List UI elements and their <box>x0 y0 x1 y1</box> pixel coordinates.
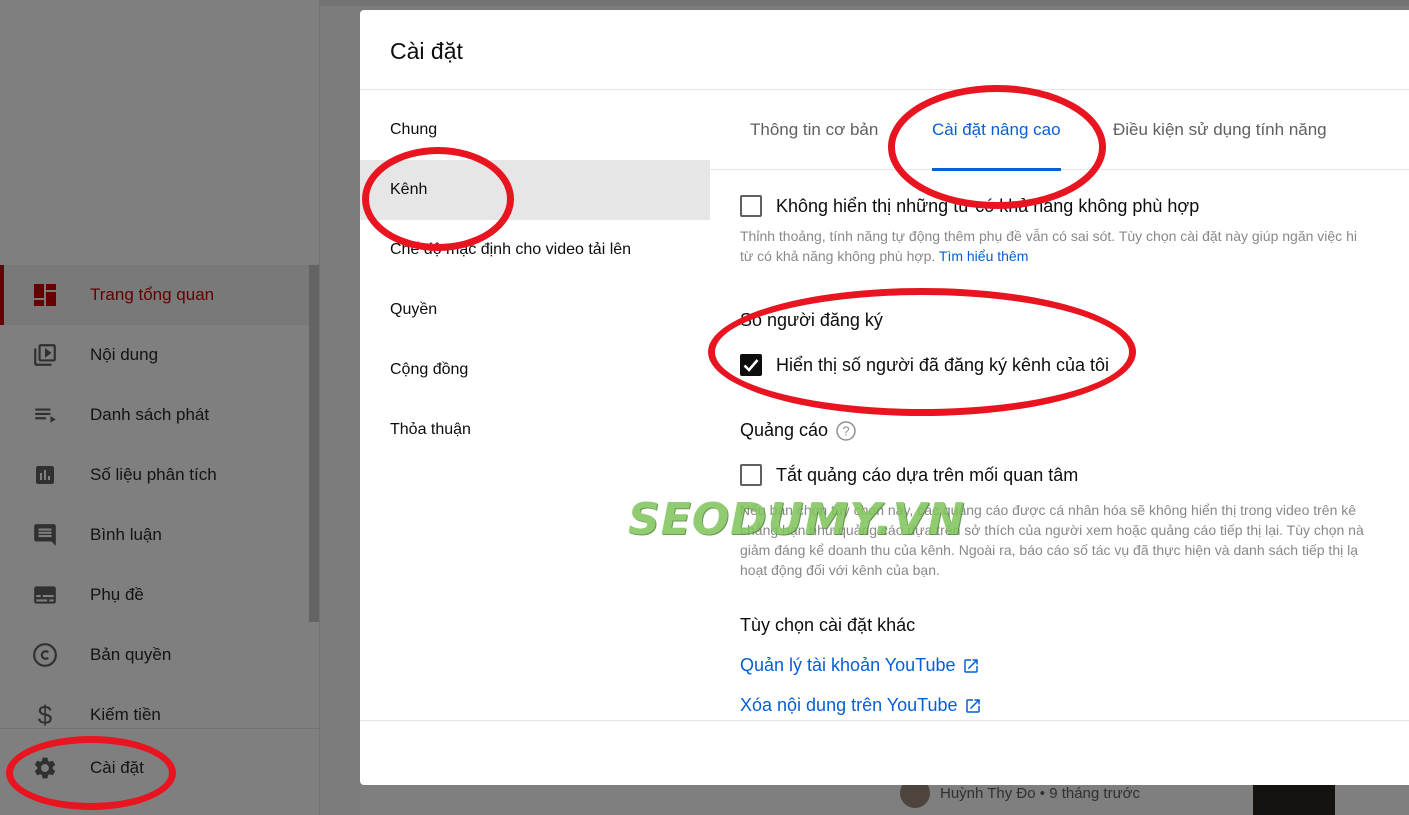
other-settings-title: Tùy chọn cài đặt khác <box>740 615 915 636</box>
settings-nav-community[interactable]: Cộng đồng <box>360 340 710 400</box>
help-icon[interactable]: ? <box>836 420 856 441</box>
section-title-text: Quảng cáo <box>740 420 829 440</box>
link-label: Quản lý tài khoản YouTube <box>740 655 956 675</box>
ads-label: Tắt quảng cáo dựa trên mối quan tâm <box>776 464 1079 485</box>
learn-more-link[interactable]: Tìm hiểu thêm <box>939 248 1028 264</box>
link-label: Xóa nội dung trên YouTube <box>740 695 958 715</box>
annotation-circle-channel <box>362 147 514 251</box>
delete-youtube-content-link[interactable]: Xóa nội dung trên YouTube <box>740 695 982 716</box>
captions-filter-checkbox[interactable] <box>740 195 762 217</box>
help-line: hoạt động đối với kênh của bạn. <box>740 562 940 578</box>
settings-nav-permissions[interactable]: Quyền <box>360 280 710 340</box>
tab-basic-info[interactable]: Thông tin cơ bản <box>750 90 878 170</box>
annotation-circle-subscribers <box>708 288 1136 416</box>
annotation-circle-settings <box>6 736 176 810</box>
ads-section-title: Quảng cáo ? <box>740 420 856 441</box>
svg-text:?: ? <box>842 423 849 438</box>
annotation-circle-advanced-tab <box>888 85 1106 209</box>
ads-row[interactable]: Tắt quảng cáo dựa trên mối quan tâm <box>740 464 1078 486</box>
divider <box>360 720 1409 721</box>
watermark: SEODUMY.VN <box>628 494 966 545</box>
external-link-icon <box>964 697 982 715</box>
help-line: từ có khả năng không phù hợp. Tìm hiểu t… <box>740 246 1409 266</box>
settings-nav-agreements[interactable]: Thỏa thuận <box>360 400 710 460</box>
section-title-text: Tùy chọn cài đặt khác <box>740 615 916 635</box>
manage-youtube-account-link[interactable]: Quản lý tài khoản YouTube <box>740 655 980 676</box>
tab-feature-eligibility[interactable]: Điều kiện sử dụng tính năng <box>1113 90 1327 170</box>
external-link-icon <box>962 657 980 675</box>
captions-help-text: Thỉnh thoảng, tính năng tự động thêm phụ… <box>740 226 1409 266</box>
dialog-title: Cài đặt <box>390 38 463 64</box>
help-line: Thỉnh thoảng, tính năng tự động thêm phụ… <box>740 228 1357 244</box>
ads-checkbox[interactable] <box>740 464 762 486</box>
help-line-text: từ có khả năng không phù hợp. <box>740 248 936 264</box>
